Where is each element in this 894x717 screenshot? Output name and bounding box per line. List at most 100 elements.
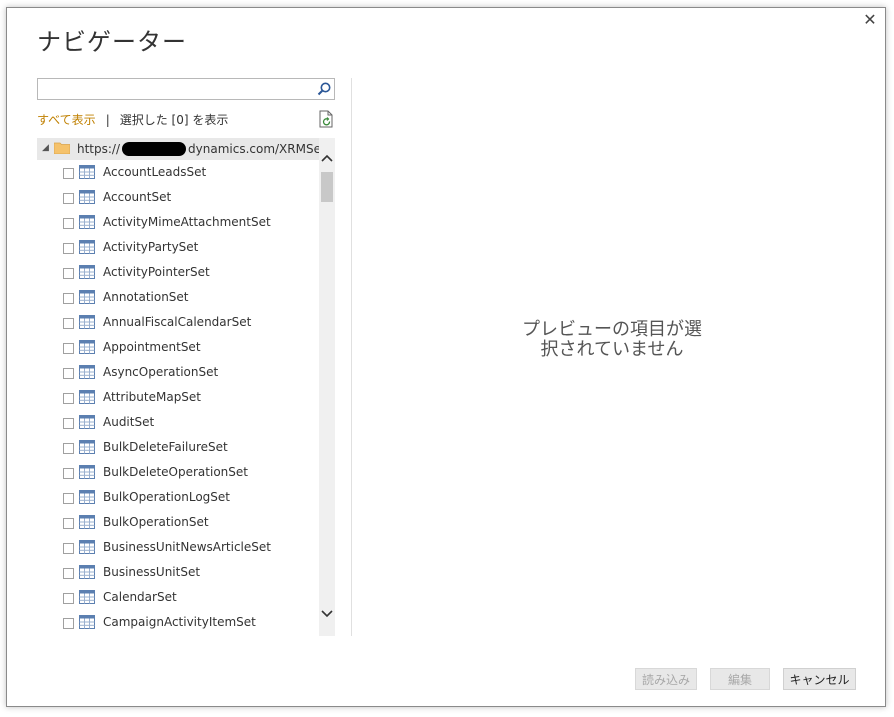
preview-empty-message: プレビューの項目が選 択されていません xyxy=(352,320,872,360)
tree-item[interactable]: BulkDeleteOperationSet xyxy=(37,462,319,487)
item-checkbox[interactable] xyxy=(63,393,74,404)
table-icon xyxy=(79,490,95,504)
item-label: AnnotationSet xyxy=(103,290,189,304)
item-label: BusinessUnitSet xyxy=(103,565,201,579)
search-button[interactable] xyxy=(314,79,334,99)
item-checkbox[interactable] xyxy=(63,518,74,529)
tree-item[interactable]: ActivityPartySet xyxy=(37,237,319,262)
table-icon xyxy=(79,340,95,354)
edit-button[interactable]: 編集 xyxy=(710,668,770,690)
tree-item[interactable]: AsyncOperationSet xyxy=(37,362,319,387)
view-filter: すべて表示 | 選択した [0] を表示 xyxy=(37,111,228,128)
item-label: BulkDeleteOperationSet xyxy=(103,465,248,479)
item-checkbox[interactable] xyxy=(63,168,74,179)
tree-item[interactable]: BulkOperationLogSet xyxy=(37,487,319,512)
show-all-link[interactable]: すべて表示 xyxy=(37,113,96,127)
item-checkbox[interactable] xyxy=(63,343,74,354)
search-icon xyxy=(317,82,331,96)
item-label: AppointmentSet xyxy=(103,340,201,354)
tree-item[interactable]: BulkOperationSet xyxy=(37,512,319,537)
table-icon xyxy=(79,315,95,329)
item-checkbox[interactable] xyxy=(63,543,74,554)
item-label: ActivityMimeAttachmentSet xyxy=(103,215,271,229)
tree-item[interactable]: CalendarSet xyxy=(37,587,319,612)
search-input[interactable] xyxy=(38,79,314,99)
item-label: CalendarSet xyxy=(103,590,177,604)
item-label: BulkOperationSet xyxy=(103,515,209,529)
item-checkbox[interactable] xyxy=(63,318,74,329)
table-icon xyxy=(79,165,95,179)
filter-separator: | xyxy=(105,113,110,127)
table-icon xyxy=(79,290,95,304)
item-label: AccountLeadsSet xyxy=(103,165,207,179)
tree-item-list: AccountLeadsSet AccountSet ActivityMimeAtt… xyxy=(37,162,319,636)
item-label: BusinessUnitNewsArticleSet xyxy=(103,540,271,554)
tree-root-url: https:// dynamics.com/XRMServi... xyxy=(77,142,335,156)
table-icon xyxy=(79,415,95,429)
tree-item[interactable]: ActivityPointerSet xyxy=(37,262,319,287)
table-icon xyxy=(79,365,95,379)
tree-root-node[interactable]: ◢ https:// dynamics.com/XRMServi... xyxy=(37,138,335,160)
expand-triangle-icon[interactable]: ◢ xyxy=(42,143,49,153)
tree-item[interactable]: AttributeMapSet xyxy=(37,387,319,412)
item-label: AccountSet xyxy=(103,190,172,204)
item-checkbox[interactable] xyxy=(63,293,74,304)
preview-message-line2: 択されていません xyxy=(540,339,684,360)
tree-item[interactable]: AppointmentSet xyxy=(37,337,319,362)
tree-scrollbar[interactable] xyxy=(319,138,335,636)
load-button[interactable]: 読み込み xyxy=(635,668,697,690)
item-checkbox[interactable] xyxy=(63,193,74,204)
preview-message-line1: プレビューの項目が選 xyxy=(522,319,702,340)
item-checkbox[interactable] xyxy=(63,493,74,504)
item-label: BulkOperationLogSet xyxy=(103,490,230,504)
navigator-tree: ◢ https:// dynamics.com/XRMServi... Accou… xyxy=(37,138,335,636)
refresh-document-icon xyxy=(319,110,333,128)
item-label: ActivityPointerSet xyxy=(103,265,210,279)
item-checkbox[interactable] xyxy=(63,368,74,379)
item-label: AsyncOperationSet xyxy=(103,365,219,379)
close-icon[interactable]: ✕ xyxy=(862,12,878,28)
item-checkbox[interactable] xyxy=(63,618,74,629)
item-checkbox[interactable] xyxy=(63,218,74,229)
tree-item[interactable]: AuditSet xyxy=(37,412,319,437)
scroll-down-chevron-icon[interactable] xyxy=(319,608,335,620)
item-label: AttributeMapSet xyxy=(103,390,202,404)
table-icon xyxy=(79,390,95,404)
tree-item[interactable]: ActivityMimeAttachmentSet xyxy=(37,212,319,237)
item-checkbox[interactable] xyxy=(63,443,74,454)
tree-item[interactable]: AccountLeadsSet xyxy=(37,162,319,187)
table-icon xyxy=(79,515,95,529)
cancel-button[interactable]: キャンセル xyxy=(783,668,856,690)
root-url-suffix: dynamics.com/XRMServi... xyxy=(188,142,335,156)
search-box xyxy=(37,78,335,100)
item-label: AnnualFiscalCalendarSet xyxy=(103,315,252,329)
tree-item[interactable]: BusinessUnitNewsArticleSet xyxy=(37,537,319,562)
table-icon xyxy=(79,440,95,454)
item-checkbox[interactable] xyxy=(63,418,74,429)
scroll-up-chevron-icon[interactable] xyxy=(319,152,335,164)
tree-item[interactable]: BulkDeleteFailureSet xyxy=(37,437,319,462)
tree-item[interactable]: CampaignActivityItemSet xyxy=(37,612,319,636)
item-label: ActivityPartySet xyxy=(103,240,199,254)
table-icon xyxy=(79,215,95,229)
table-icon xyxy=(79,190,95,204)
item-checkbox[interactable] xyxy=(63,593,74,604)
scrollbar-thumb[interactable] xyxy=(321,172,333,202)
item-label: BulkDeleteFailureSet xyxy=(103,440,228,454)
table-icon xyxy=(79,265,95,279)
tree-item[interactable]: AnnualFiscalCalendarSet xyxy=(37,312,319,337)
tree-item[interactable]: BusinessUnitSet xyxy=(37,562,319,587)
refresh-button[interactable] xyxy=(318,110,334,128)
tree-item[interactable]: AccountSet xyxy=(37,187,319,212)
item-checkbox[interactable] xyxy=(63,568,74,579)
item-checkbox[interactable] xyxy=(63,243,74,254)
item-checkbox[interactable] xyxy=(63,468,74,479)
dialog-title: ナビゲーター xyxy=(37,28,187,56)
item-checkbox[interactable] xyxy=(63,268,74,279)
tree-item[interactable]: AnnotationSet xyxy=(37,287,319,312)
show-selected-link[interactable]: 選択した [0] を表示 xyxy=(120,113,229,127)
table-icon xyxy=(79,590,95,604)
item-label: AuditSet xyxy=(103,415,155,429)
table-icon xyxy=(79,540,95,554)
table-icon xyxy=(79,565,95,579)
